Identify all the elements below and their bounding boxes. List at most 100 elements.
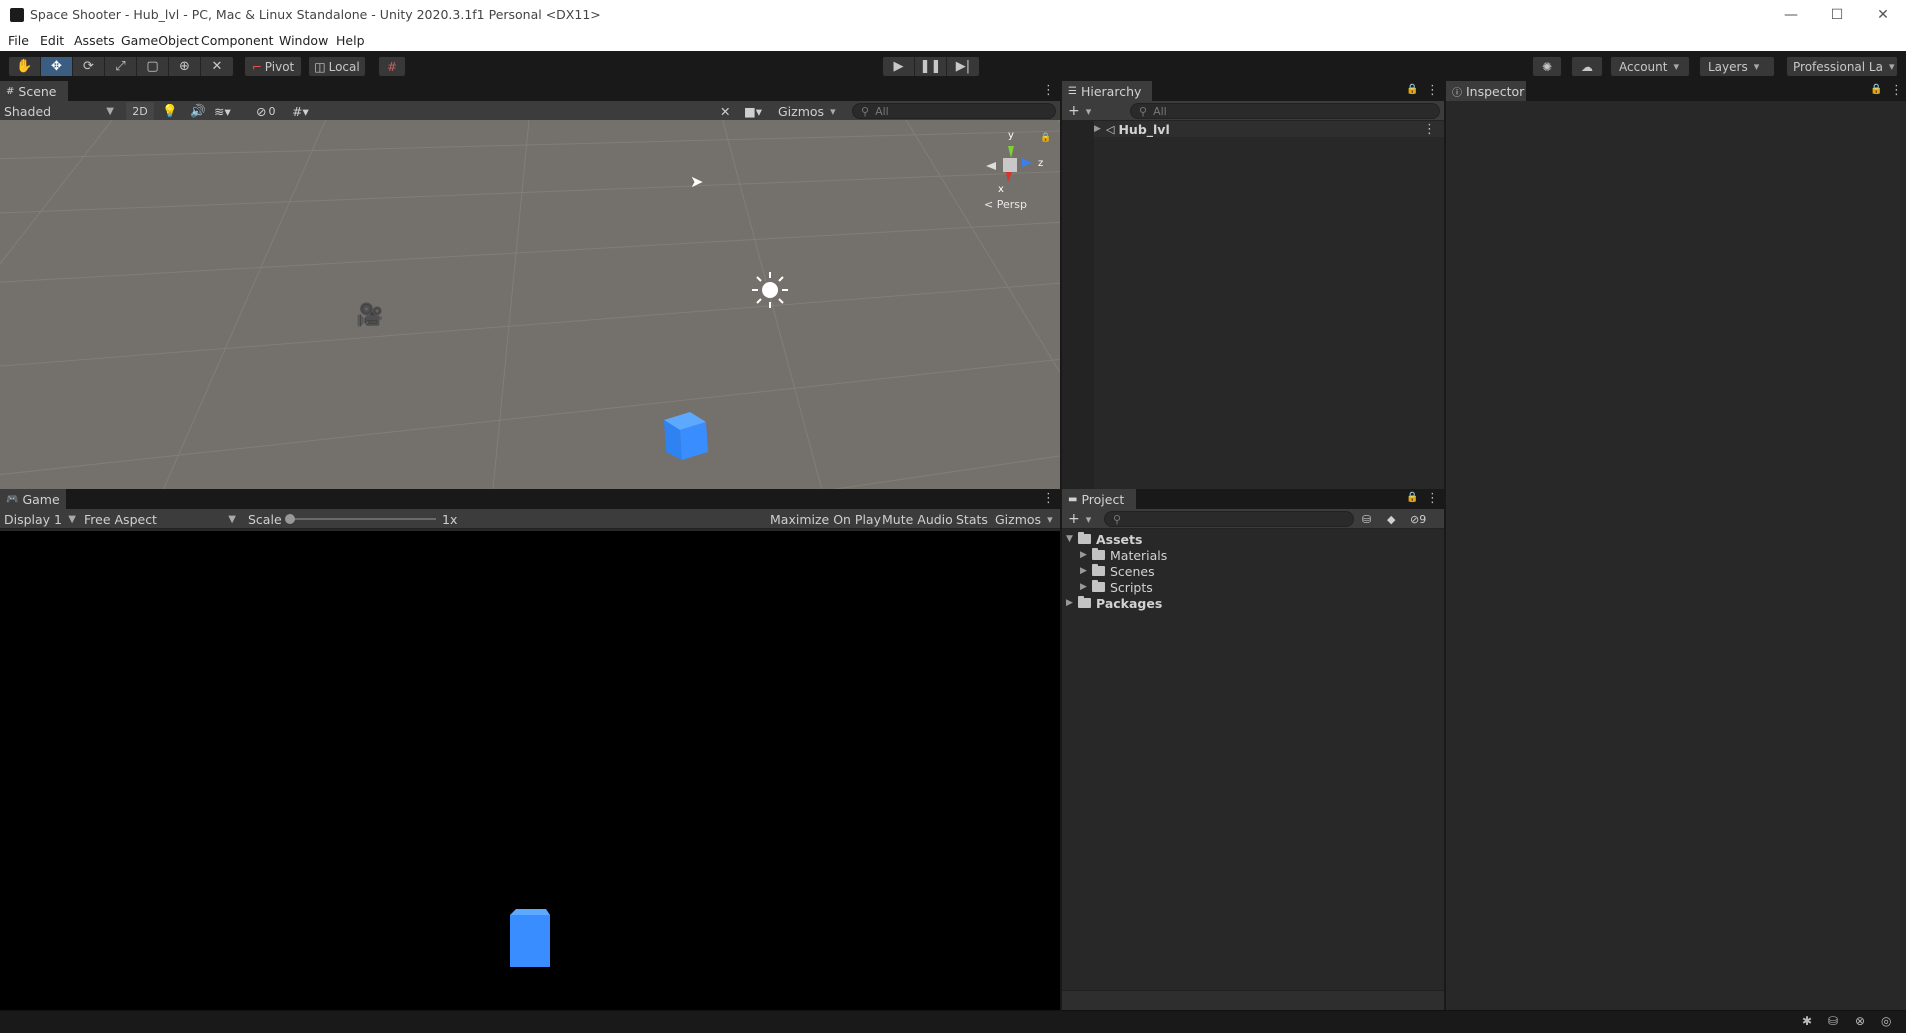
tools-icon[interactable]: ✕ <box>720 102 730 120</box>
sun-light-icon[interactable] <box>750 270 790 310</box>
menu-file[interactable]: File <box>8 33 29 48</box>
hidden-packages-toggle[interactable]: ⊘ 9 <box>1410 510 1426 528</box>
transform-tool-icon[interactable]: ⊕ <box>169 57 201 76</box>
gizmos-dropdown[interactable]: Gizmos <box>778 102 836 120</box>
tree-item-assets[interactable]: ▼ Assets <box>1066 531 1142 547</box>
expand-arrow-icon[interactable]: ▶ <box>1094 124 1106 134</box>
camera-settings-icon[interactable]: ■▾ <box>744 102 762 120</box>
game-viewport[interactable] <box>0 531 1060 1010</box>
kebab-menu-icon[interactable]: ⋮ <box>1890 83 1903 98</box>
menu-window[interactable]: Window <box>279 33 328 48</box>
tab-scene[interactable]: # Scene <box>0 81 68 101</box>
expand-arrow-icon[interactable]: ▶ <box>1080 566 1092 576</box>
tree-item-scenes[interactable]: ▶ Scenes <box>1080 563 1155 579</box>
maximize-button[interactable]: ☐ <box>1814 0 1860 30</box>
expand-arrow-icon[interactable]: ▶ <box>1066 598 1078 608</box>
local-toggle[interactable]: ◫ Local <box>308 56 366 77</box>
shading-mode-dropdown[interactable]: Shaded ▼ <box>4 102 118 120</box>
hidden-packages-count: 9 <box>1419 512 1427 526</box>
tab-inspector[interactable]: ⓘ Inspector <box>1446 81 1526 101</box>
visibility-icon: ⊘ <box>256 103 267 119</box>
create-asset-button[interactable]: + <box>1068 510 1091 528</box>
scene-grid-icon: # <box>6 85 15 97</box>
mute-audio-toggle[interactable]: Mute Audio <box>882 510 953 528</box>
tab-hierarchy[interactable]: ☰ Hierarchy <box>1062 81 1152 101</box>
menu-gameobject[interactable]: GameObject <box>121 33 199 48</box>
scene-gizmo-icon[interactable]: y z x 🔒 < Persp <box>970 124 1060 219</box>
menu-help[interactable]: Help <box>336 33 365 48</box>
scale-tool-icon[interactable]: ⤢ <box>105 57 137 76</box>
account-dropdown[interactable]: Account <box>1610 56 1690 77</box>
hierarchy-toolbar: + ⚲ All <box>1062 101 1444 121</box>
kebab-menu-icon[interactable]: ⋮ <box>1042 491 1055 506</box>
kebab-menu-icon[interactable]: ⋮ <box>1426 83 1439 98</box>
game-gizmos-dropdown[interactable]: Gizmos <box>995 510 1053 528</box>
grid-snap-icon[interactable]: # <box>378 56 406 77</box>
tab-game[interactable]: 🎮 Game <box>0 489 66 509</box>
cube-object[interactable] <box>660 410 710 462</box>
lighting-icon[interactable]: 💡 <box>162 102 178 120</box>
move-tool-icon[interactable]: ✥ <box>41 57 73 76</box>
add-object-button[interactable]: + <box>1068 102 1091 120</box>
layout-dropdown[interactable]: Professional La <box>1786 56 1898 77</box>
2d-toggle[interactable]: 2D <box>126 102 154 120</box>
services-icon[interactable]: ✺ <box>1532 56 1562 77</box>
maximize-on-play-toggle[interactable]: Maximize On Play <box>770 510 881 528</box>
gizmo-lock-icon[interactable]: 🔒 <box>1040 133 1051 143</box>
cache-icon[interactable]: ⛁ <box>1828 1014 1838 1028</box>
scale-slider-track[interactable] <box>288 518 436 520</box>
grid-icon[interactable]: #▾ <box>292 102 309 120</box>
layers-dropdown[interactable]: Layers <box>1699 56 1775 77</box>
persp-label[interactable]: < Persp <box>984 198 1027 211</box>
menu-assets[interactable]: Assets <box>74 33 115 48</box>
display-dropdown[interactable]: Display 1 ▼ <box>4 510 80 528</box>
rect-tool-icon[interactable]: ▢ <box>137 57 169 76</box>
cloud-icon[interactable]: ☁ <box>1571 56 1603 77</box>
lock-icon[interactable]: 🔒 <box>1406 492 1418 503</box>
collab-icon[interactable]: ⊗ <box>1855 1014 1865 1028</box>
menu-component[interactable]: Component <box>201 33 274 48</box>
rotate-tool-icon[interactable]: ⟳ <box>73 57 105 76</box>
axis-x-label: x <box>998 184 1004 195</box>
filter-type-icon[interactable]: ⛁ <box>1362 510 1371 528</box>
effects-icon[interactable]: ≋▾ <box>214 102 231 120</box>
close-button[interactable]: ✕ <box>1860 0 1906 30</box>
lock-icon[interactable]: 🔒 <box>1870 84 1882 95</box>
filter-label-icon[interactable]: ◆ <box>1387 510 1395 528</box>
tree-item-scripts[interactable]: ▶ Scripts <box>1080 579 1153 595</box>
kebab-menu-icon[interactable]: ⋮ <box>1426 491 1439 506</box>
hidden-objects-toggle[interactable]: ⊘ 0 <box>256 102 275 120</box>
minimize-button[interactable]: — <box>1768 0 1814 30</box>
expand-arrow-icon[interactable]: ▼ <box>1066 534 1078 544</box>
audio-icon[interactable]: 🔊 <box>190 102 206 120</box>
scene-viewport[interactable]: 🎥 y z x 🔒 < Persp ➤ <box>0 120 1060 489</box>
hierarchy-item[interactable]: ▶ ◁ Hub_lvl ⋮ <box>1094 121 1444 137</box>
progress-icon[interactable]: ◎ <box>1881 1014 1891 1028</box>
scale-slider-handle[interactable] <box>285 514 295 524</box>
expand-arrow-icon[interactable]: ▶ <box>1080 550 1092 560</box>
project-search-input[interactable]: ⚲ <box>1104 511 1354 527</box>
expand-arrow-icon[interactable]: ▶ <box>1080 582 1092 592</box>
pivot-toggle[interactable]: ⌐ Pivot <box>244 56 302 77</box>
camera-icon[interactable]: 🎥 <box>356 303 383 328</box>
tab-project[interactable]: ▬ Project <box>1062 489 1136 509</box>
aspect-dropdown[interactable]: Free Aspect ▼ <box>84 510 240 528</box>
custom-tool-icon[interactable]: ✕ <box>201 57 233 76</box>
hand-tool-icon[interactable]: ✋ <box>9 57 41 76</box>
tree-item-packages[interactable]: ▶ Packages <box>1066 595 1162 611</box>
lock-icon[interactable]: 🔒 <box>1406 84 1418 95</box>
scene-grid <box>0 120 1060 489</box>
tree-item-materials[interactable]: ▶ Materials <box>1080 547 1167 563</box>
step-icon[interactable]: ▶| <box>947 57 979 76</box>
hierarchy-search-input[interactable]: ⚲ All <box>1130 103 1440 119</box>
menu-edit[interactable]: Edit <box>40 33 64 48</box>
stats-toggle[interactable]: Stats <box>956 510 988 528</box>
play-icon[interactable]: ▶ <box>883 57 915 76</box>
kebab-menu-icon[interactable]: ⋮ <box>1042 83 1055 98</box>
folder-icon: ▬ <box>1068 493 1078 505</box>
pause-icon[interactable]: ❚❚ <box>915 57 947 76</box>
kebab-menu-icon[interactable]: ⋮ <box>1423 122 1436 137</box>
debug-icon[interactable]: ✱ <box>1802 1014 1812 1028</box>
scene-search-input[interactable]: ⚲ All <box>852 103 1056 119</box>
folder-icon <box>1078 532 1091 544</box>
